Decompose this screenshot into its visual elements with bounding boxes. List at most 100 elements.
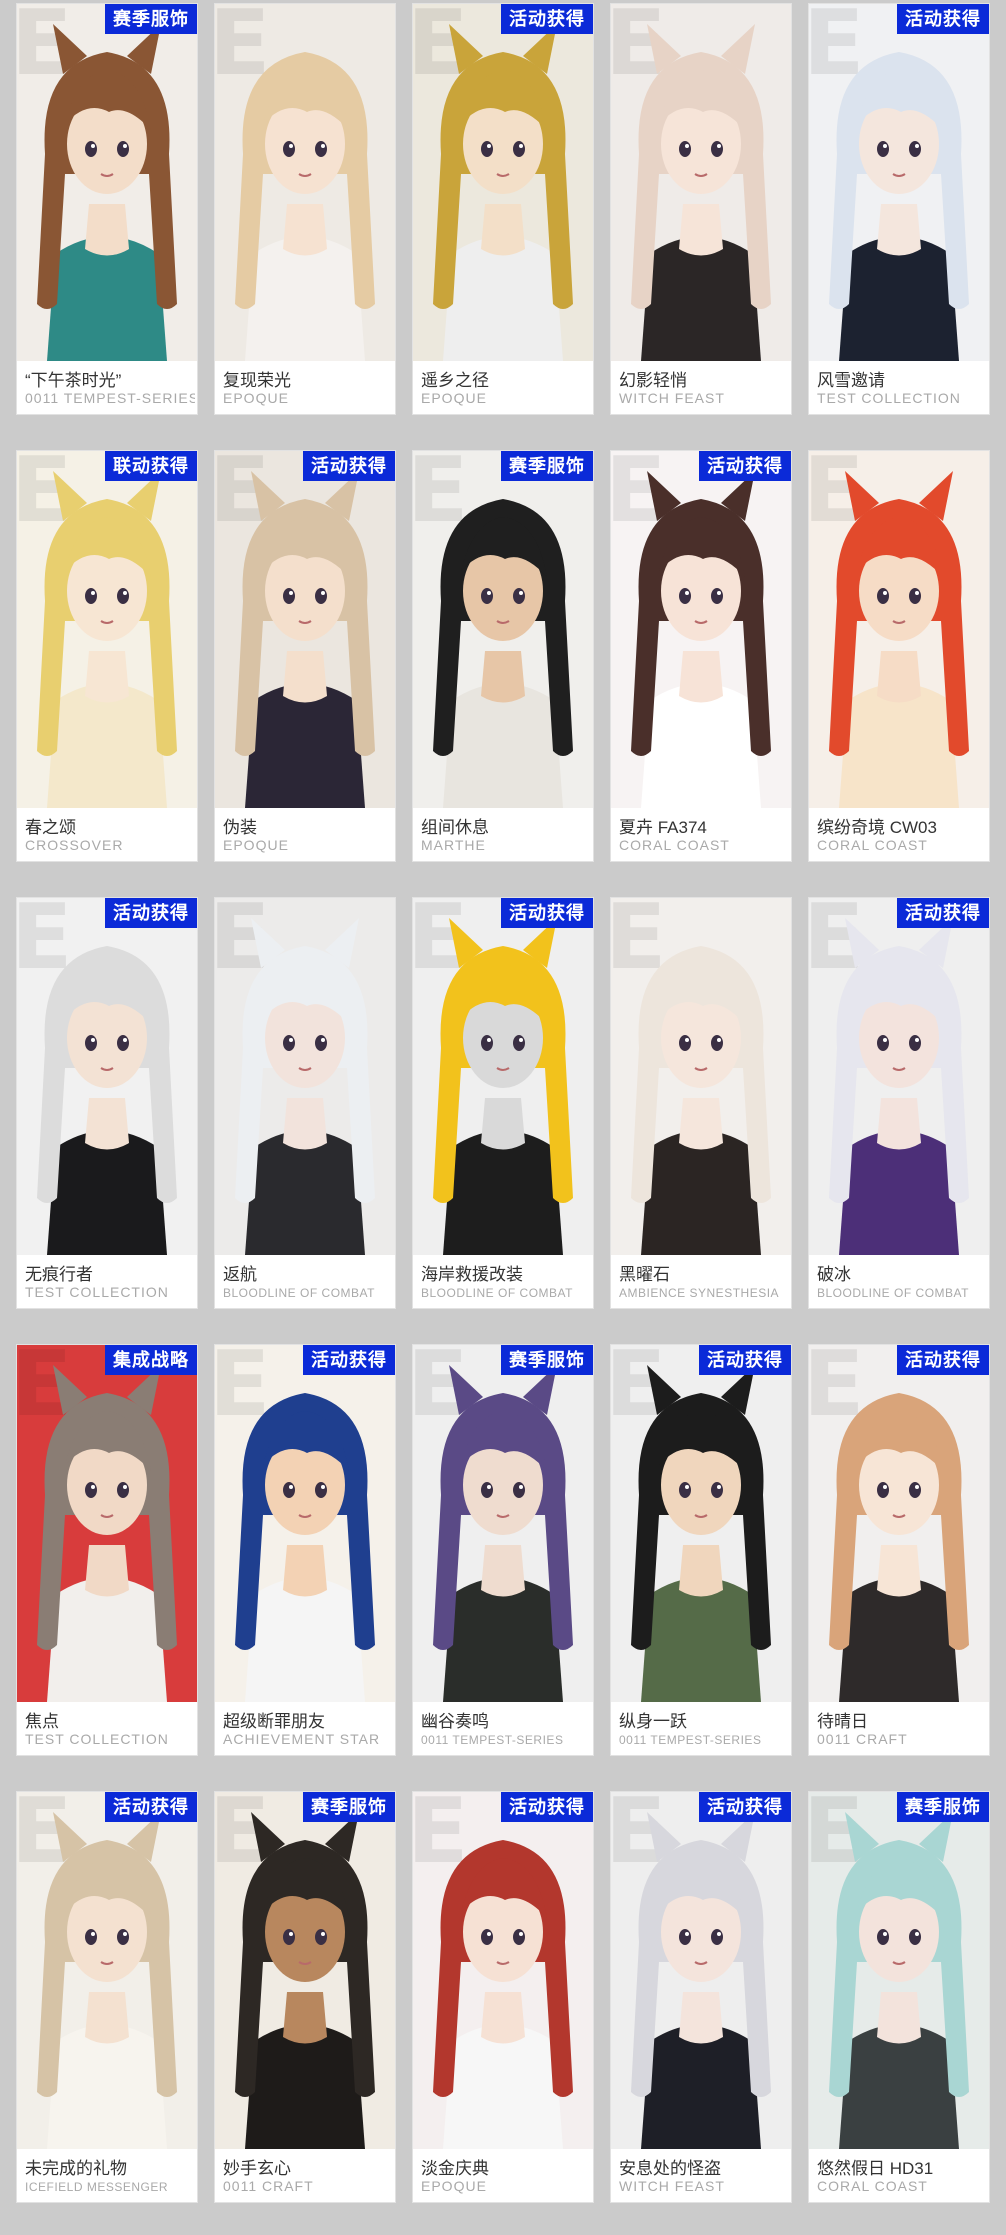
skin-series: 0011 CRAFT: [223, 2178, 314, 2194]
source-badge: 赛季服饰: [303, 1792, 395, 1822]
skin-series: AMBIENCE SYNESTHESIA: [619, 1286, 780, 1300]
portrait-illustration: E: [413, 898, 593, 1255]
skin-name: 焦点: [25, 1712, 59, 1731]
source-badge: 赛季服饰: [501, 451, 593, 481]
skin-card[interactable]: E 赛季服饰妙手玄心 0011 CRAFT: [215, 1792, 395, 2202]
skin-name: 黑曜石: [619, 1265, 670, 1284]
skin-grid: E 赛季服饰 “下午茶时光” 0011 TEMPEST-SERIES E 复现荣光 E…: [0, 0, 1006, 2235]
skin-art: E: [413, 1345, 593, 1702]
portrait-illustration: E: [809, 898, 989, 1255]
skin-card[interactable]: E 联动获得 春之颂 CROSSOVER: [17, 451, 197, 861]
portrait-illustration: E: [215, 1792, 395, 2149]
source-badge: 赛季服饰: [897, 1792, 989, 1822]
portrait-illustration: E: [413, 4, 593, 361]
skin-card[interactable]: E 活动获得 夏卉 FA374 CORAL COAST: [611, 451, 791, 861]
skin-art: E: [413, 4, 593, 361]
source-badge: 活动获得: [897, 1345, 989, 1375]
skin-name: 伪装: [223, 818, 257, 837]
skin-name: 未完成的礼物: [25, 2159, 127, 2178]
source-badge: 活动获得: [897, 4, 989, 34]
skin-series: 0011 CRAFT: [817, 1731, 908, 1747]
portrait-illustration: E: [215, 1345, 395, 1702]
skin-series: ICEFIELD MESSENGER: [25, 2180, 169, 2194]
skin-card[interactable]: E 赛季服饰 组间休息 MARTHE: [413, 451, 593, 861]
skin-card[interactable]: E 活动获得待晴日 0011 CRAFT: [809, 1345, 989, 1755]
skin-card[interactable]: E 幻影轻悄 WITCH FEAST: [611, 4, 791, 414]
skin-art: E: [809, 1792, 989, 2149]
portrait-illustration: E: [611, 451, 791, 808]
source-badge: 活动获得: [105, 1792, 197, 1822]
portrait-illustration: E: [17, 4, 197, 361]
skin-art: E: [17, 1345, 197, 1702]
skin-card[interactable]: E 活动获得 纵身一跃 0011 TEMPEST-SERIES: [611, 1345, 791, 1755]
skin-name: 淡金庆典: [421, 2159, 489, 2178]
skin-name: 遥乡之径: [421, 371, 489, 390]
skin-art: E: [611, 451, 791, 808]
skin-name: 复现荣光: [223, 371, 291, 390]
skin-series: CORAL COAST: [817, 837, 928, 853]
skin-art: E: [809, 1345, 989, 1702]
skin-card[interactable]: E 活动获得 安息处的怪盗 WITCH FEAST: [611, 1792, 791, 2202]
skin-card[interactable]: E 活动获得 风雪邀请 TEST COLLECTION: [809, 4, 989, 414]
source-badge: 活动获得: [699, 1345, 791, 1375]
skin-series: 0011 TEMPEST-SERIES: [421, 1733, 564, 1747]
skin-card[interactable]: E 赛季服饰 幽谷奏鸣 0011 TEMPEST-SERIES: [413, 1345, 593, 1755]
skin-card[interactable]: E 赛季服饰 悠然假日 HD31 CORAL COAST: [809, 1792, 989, 2202]
portrait-illustration: E: [611, 898, 791, 1255]
skin-art: E: [809, 451, 989, 808]
skin-card[interactable]: E 活动获得 无痕行者 TEST COLLECTION: [17, 898, 197, 1308]
skin-card[interactable]: E 集成战略 焦点 TEST COLLECTION: [17, 1345, 197, 1755]
skin-name: 返航: [223, 1265, 257, 1284]
skin-card[interactable]: E 活动获得 海岸救援改装 BLOODLINE OF COMBAT: [413, 898, 593, 1308]
skin-card[interactable]: E 赛季服饰 “下午茶时光” 0011 TEMPEST-SERIES: [17, 4, 197, 414]
skin-name: 妙手玄心: [223, 2159, 291, 2178]
skin-card[interactable]: E 复现荣光 EPOQUE: [215, 4, 395, 414]
skin-series: WITCH FEAST: [619, 2178, 725, 2194]
portrait-illustration: E: [17, 1345, 197, 1702]
skin-card[interactable]: E 返航 BLOODLINE OF COMBAT: [215, 898, 395, 1308]
skin-series: TEST COLLECTION: [817, 390, 961, 406]
portrait-illustration: E: [413, 451, 593, 808]
skin-card[interactable]: E 活动获得 伪装 EPOQUE: [215, 451, 395, 861]
skin-series: ACHIEVEMENT STAR: [223, 1731, 381, 1747]
skin-series: 0011 TEMPEST-SERIES: [25, 390, 195, 406]
portrait-illustration: E: [17, 898, 197, 1255]
skin-card[interactable]: E 活动获得 淡金庆典 EPOQUE: [413, 1792, 593, 2202]
skin-name: 安息处的怪盗: [619, 2159, 721, 2178]
skin-art: E: [215, 1792, 395, 2149]
skin-name: 缤纷奇境 CW03: [817, 818, 937, 837]
source-badge: 活动获得: [501, 1792, 593, 1822]
skin-card[interactable]: E 活动获得 未完成的礼物 ICEFIELD MESSENGER: [17, 1792, 197, 2202]
skin-card[interactable]: E 缤纷奇境 CW03 CORAL COAST: [809, 451, 989, 861]
skin-art: E: [413, 898, 593, 1255]
skin-art: E: [17, 451, 197, 808]
skin-art: E: [17, 4, 197, 361]
skin-series: TEST COLLECTION: [25, 1284, 169, 1300]
skin-name: 待晴日: [817, 1712, 868, 1731]
source-badge: 集成战略: [105, 1345, 197, 1375]
source-badge: 活动获得: [501, 4, 593, 34]
skin-series: CORAL COAST: [619, 837, 730, 853]
skin-art: E: [215, 1345, 395, 1702]
portrait-illustration: E: [215, 4, 395, 361]
skin-art: E: [17, 898, 197, 1255]
portrait-illustration: E: [413, 1792, 593, 2149]
skin-card[interactable]: E 黑曜石 AMBIENCE SYNESTHESIA: [611, 898, 791, 1308]
skin-name: “下午茶时光”: [25, 371, 122, 390]
source-badge: 活动获得: [303, 451, 395, 481]
skin-card[interactable]: E 活动获得 遥乡之径 EPOQUE: [413, 4, 593, 414]
portrait-illustration: E: [17, 451, 197, 808]
skin-name: 破冰: [817, 1265, 851, 1284]
skin-art: E: [413, 1792, 593, 2149]
skin-series: MARTHE: [421, 837, 486, 853]
source-badge: 活动获得: [501, 898, 593, 928]
skin-name: 夏卉 FA374: [619, 818, 707, 837]
skin-card[interactable]: E 活动获得 破冰 BLOODLINE OF COMBAT: [809, 898, 989, 1308]
skin-series: WITCH FEAST: [619, 390, 725, 406]
skin-art: E: [215, 451, 395, 808]
skin-art: E: [215, 898, 395, 1255]
skin-name: 幽谷奏鸣: [421, 1712, 489, 1731]
skin-name: 纵身一跃: [619, 1712, 687, 1731]
skin-name: 超级断罪朋友: [223, 1712, 325, 1731]
skin-card[interactable]: E 活动获得 超级断罪朋友 ACHIEVEMENT STAR: [215, 1345, 395, 1755]
